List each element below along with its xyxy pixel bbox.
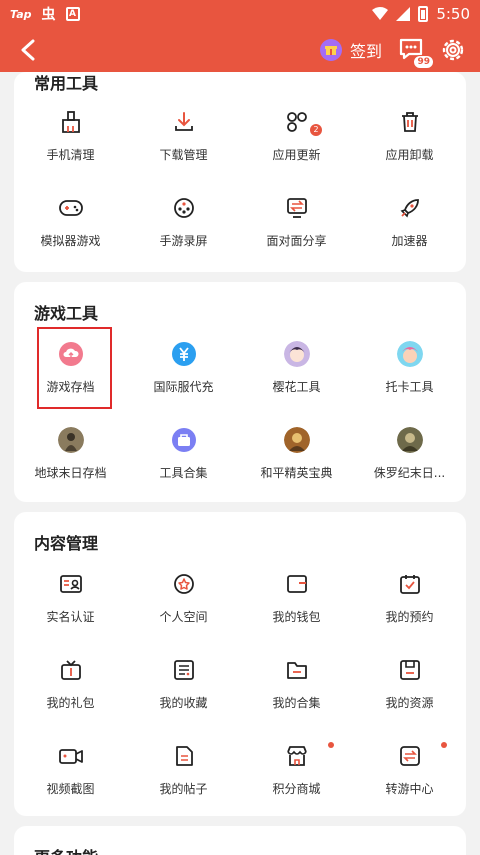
- pubg-game-icon: [283, 426, 311, 454]
- update-count-badge: 2: [310, 124, 322, 136]
- gamepad-icon: [57, 194, 85, 222]
- wallet-icon: [283, 570, 311, 598]
- save-box-icon: [396, 656, 424, 684]
- wifi-icon: [372, 7, 389, 20]
- item-transfer-center[interactable]: 转游中心: [353, 730, 466, 810]
- broom-icon: [57, 108, 85, 136]
- settings-button[interactable]: [440, 37, 466, 63]
- star-badge-icon: [170, 570, 198, 598]
- record-reel-icon: [170, 194, 198, 222]
- signal-icon: [396, 7, 411, 21]
- section-title: 游戏工具: [34, 304, 99, 323]
- tool-app-uninstall[interactable]: 应用卸载: [353, 96, 466, 176]
- download-icon: [170, 108, 198, 136]
- transfer-icon: [283, 194, 311, 222]
- clock: 5:50: [436, 5, 470, 23]
- jurassic-game-icon: [396, 426, 424, 454]
- status-bar: Tap 虫 A 5:50: [0, 0, 480, 28]
- app-header: 签到 99: [0, 28, 480, 72]
- folder-icon: [283, 656, 311, 684]
- video-camera-icon: [57, 742, 85, 770]
- tool-toca[interactable]: 托卡工具: [353, 328, 466, 408]
- tool-last-day-save[interactable]: 地球末日存档: [14, 414, 127, 494]
- item-resources[interactable]: 我的资源: [353, 644, 466, 724]
- tool-screen-record[interactable]: 手游录屏: [127, 182, 240, 262]
- tool-phone-clean[interactable]: 手机清理: [14, 96, 127, 176]
- common-tools-card: 常用工具 手机清理 下载管理 2 应用更新 应用卸载 模拟器游戏 手游录屏 面对…: [14, 72, 466, 272]
- battery-icon: [418, 6, 429, 22]
- item-collections[interactable]: 我的合集: [240, 644, 353, 724]
- taptap-notification-icon: Tap: [10, 7, 32, 21]
- last-day-game-icon: [57, 426, 85, 454]
- item-reservations[interactable]: 我的预约: [353, 558, 466, 638]
- messages-button[interactable]: 99: [398, 37, 434, 69]
- item-points-mall[interactable]: 积分商城: [240, 730, 353, 810]
- item-real-name[interactable]: 实名认证: [14, 558, 127, 638]
- tool-emulator-games[interactable]: 模拟器游戏: [14, 182, 127, 262]
- toca-game-icon: [396, 340, 424, 368]
- tool-collection[interactable]: 工具合集: [127, 414, 240, 494]
- id-card-icon: [57, 570, 85, 598]
- trash-icon: [396, 108, 424, 136]
- item-wallet[interactable]: 我的钱包: [240, 558, 353, 638]
- signin-button[interactable]: 签到: [319, 38, 382, 62]
- rocket-icon: [396, 194, 424, 222]
- store-icon: [283, 742, 311, 770]
- item-personal-space[interactable]: 个人空间: [127, 558, 240, 638]
- a-notification-icon: A: [65, 7, 80, 21]
- sakura-game-icon: [283, 340, 311, 368]
- calendar-check-icon: [396, 570, 424, 598]
- tool-jurassic[interactable]: 侏罗纪末日...: [353, 414, 466, 494]
- section-title: 常用工具: [34, 74, 99, 93]
- tool-accelerator[interactable]: 加速器: [353, 182, 466, 262]
- section-title: 内容管理: [34, 534, 99, 553]
- gift-icon: [319, 39, 342, 61]
- item-video-screenshots[interactable]: 视频截图: [14, 730, 127, 810]
- more-features-card: 更多功能: [14, 826, 466, 855]
- item-posts[interactable]: 我的帖子: [127, 730, 240, 810]
- content-management-card: 内容管理 实名认证 个人空间 我的钱包 我的预约 我的礼包 我的收藏 我的合集: [14, 512, 466, 816]
- tool-pubg-guide[interactable]: 和平精英宝典: [240, 414, 353, 494]
- notification-dot: [441, 742, 447, 748]
- item-favorites[interactable]: 我的收藏: [127, 644, 240, 724]
- notification-dot: [328, 742, 334, 748]
- message-count-badge: 99: [413, 55, 434, 69]
- section-title: 更多功能: [34, 844, 98, 855]
- tv-gift-icon: [57, 656, 85, 684]
- app-notification-icon: 虫: [41, 7, 56, 23]
- apps-grid-icon: [283, 108, 311, 136]
- tool-sakura[interactable]: 樱花工具: [240, 328, 353, 408]
- list-box-icon: [170, 656, 198, 684]
- chevron-left-icon: [21, 39, 35, 61]
- tool-app-update[interactable]: 2 应用更新: [240, 96, 353, 176]
- tool-face-share[interactable]: 面对面分享: [240, 182, 353, 262]
- swap-icon: [396, 742, 424, 770]
- item-gifts[interactable]: 我的礼包: [14, 644, 127, 724]
- back-button[interactable]: [14, 36, 42, 64]
- signin-label: 签到: [349, 42, 382, 61]
- tool-intl-recharge[interactable]: 国际服代充: [127, 328, 240, 408]
- tool-download-manager[interactable]: 下载管理: [127, 96, 240, 176]
- document-icon: [170, 742, 198, 770]
- yen-coin-icon: [170, 340, 198, 368]
- gear-icon: [442, 39, 464, 61]
- highlight-box: [37, 327, 112, 409]
- toolbox-icon: [170, 426, 198, 454]
